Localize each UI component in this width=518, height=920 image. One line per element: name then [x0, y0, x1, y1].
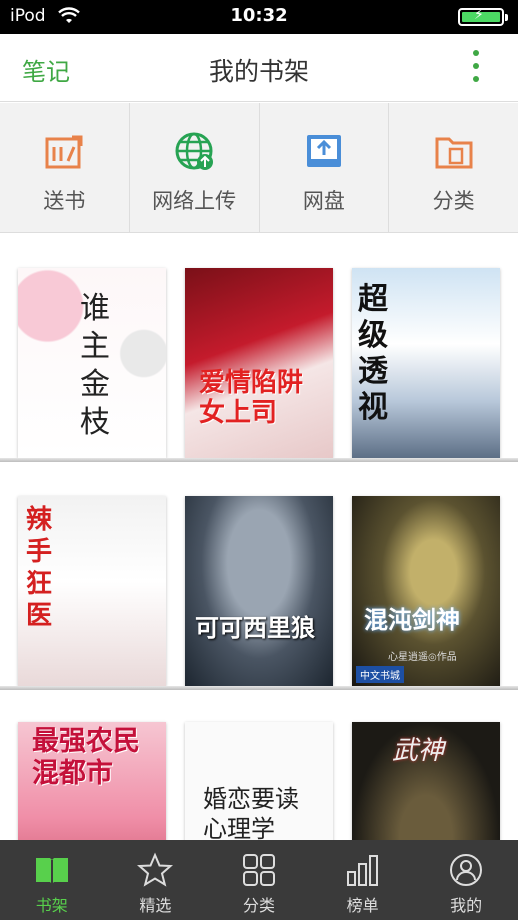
book-cover[interactable]: 辣手狂医 — [18, 496, 166, 686]
status-bar: iPod 10:32 ⚡ — [0, 0, 518, 34]
book-title: 谁主金枝 — [80, 291, 110, 440]
tab-bar: 书架 精选 分类 榜单 我的 — [0, 840, 518, 920]
book-title: 武神 — [392, 736, 445, 766]
tab-category[interactable]: 分类 — [207, 840, 311, 920]
tab-label: 榜单 — [346, 896, 379, 915]
tab-label: 我的 — [450, 896, 483, 915]
shelf-row-2: 辣手狂医 可可西里狼 混沌剑神 心星逍遥◎作品 中文书城 — [0, 462, 518, 690]
user-icon — [448, 852, 484, 888]
book-title: 超级透视 — [358, 282, 388, 425]
star-icon — [137, 852, 174, 888]
clock: 10:32 — [230, 5, 288, 26]
tab-bookshelf[interactable]: 书架 — [0, 840, 104, 920]
book-cover[interactable]: 超级透视 — [352, 268, 500, 458]
book-title: 最强农民混都市 — [32, 726, 140, 789]
book-cover[interactable]: 可可西里狼 — [185, 496, 333, 686]
book-title: 可可西里狼 — [195, 613, 315, 642]
book-author: 心星逍遥◎作品 — [388, 652, 457, 663]
tab-label: 分类 — [242, 896, 275, 915]
send-book-button[interactable]: 送书 — [0, 103, 130, 232]
book-title: 爱情陷阱 女上司 — [199, 368, 304, 428]
book-cover[interactable]: 谁主金枝 — [18, 268, 166, 458]
grid-icon — [241, 852, 277, 888]
category-folder-icon — [434, 131, 474, 171]
bar-chart-icon — [345, 852, 381, 888]
book-cover[interactable]: 爱情陷阱 女上司 — [185, 268, 333, 458]
web-upload-label: 网络上传 — [152, 189, 237, 213]
nav-bar: 笔记 我的书架 — [0, 34, 518, 102]
category-label: 分类 — [432, 189, 475, 213]
bookshelf-icon — [34, 852, 70, 888]
tab-label: 精选 — [139, 896, 172, 915]
tab-ranking[interactable]: 榜单 — [311, 840, 415, 920]
book-badge: 中文书城 — [356, 666, 404, 683]
more-menu-icon[interactable] — [472, 50, 480, 86]
cloud-drive-icon — [304, 131, 344, 171]
web-upload-button[interactable]: 网络上传 — [130, 103, 260, 232]
tab-me[interactable]: 我的 — [414, 840, 518, 920]
cloud-drive-label: 网盘 — [302, 189, 345, 213]
quick-actions: 送书 网络上传 网盘 分类 — [0, 103, 518, 233]
page-title: 我的书架 — [208, 57, 309, 86]
book-title: 混沌剑神 — [364, 606, 460, 634]
cloud-drive-button[interactable]: 网盘 — [260, 103, 390, 232]
battery-icon: ⚡ — [458, 7, 508, 26]
send-book-label: 送书 — [43, 189, 86, 213]
tab-label: 书架 — [35, 896, 68, 915]
category-button[interactable]: 分类 — [389, 103, 518, 232]
tab-featured[interactable]: 精选 — [104, 840, 208, 920]
book-title: 婚恋要读心理学 — [203, 785, 299, 843]
send-book-icon — [44, 131, 84, 171]
web-upload-icon — [174, 131, 214, 171]
shelf-row-1: 谁主金枝 爱情陷阱 女上司 超级透视 — [0, 234, 518, 462]
book-title: 辣手狂医 — [26, 505, 53, 631]
book-cover[interactable]: 混沌剑神 心星逍遥◎作品 中文书城 — [352, 496, 500, 686]
